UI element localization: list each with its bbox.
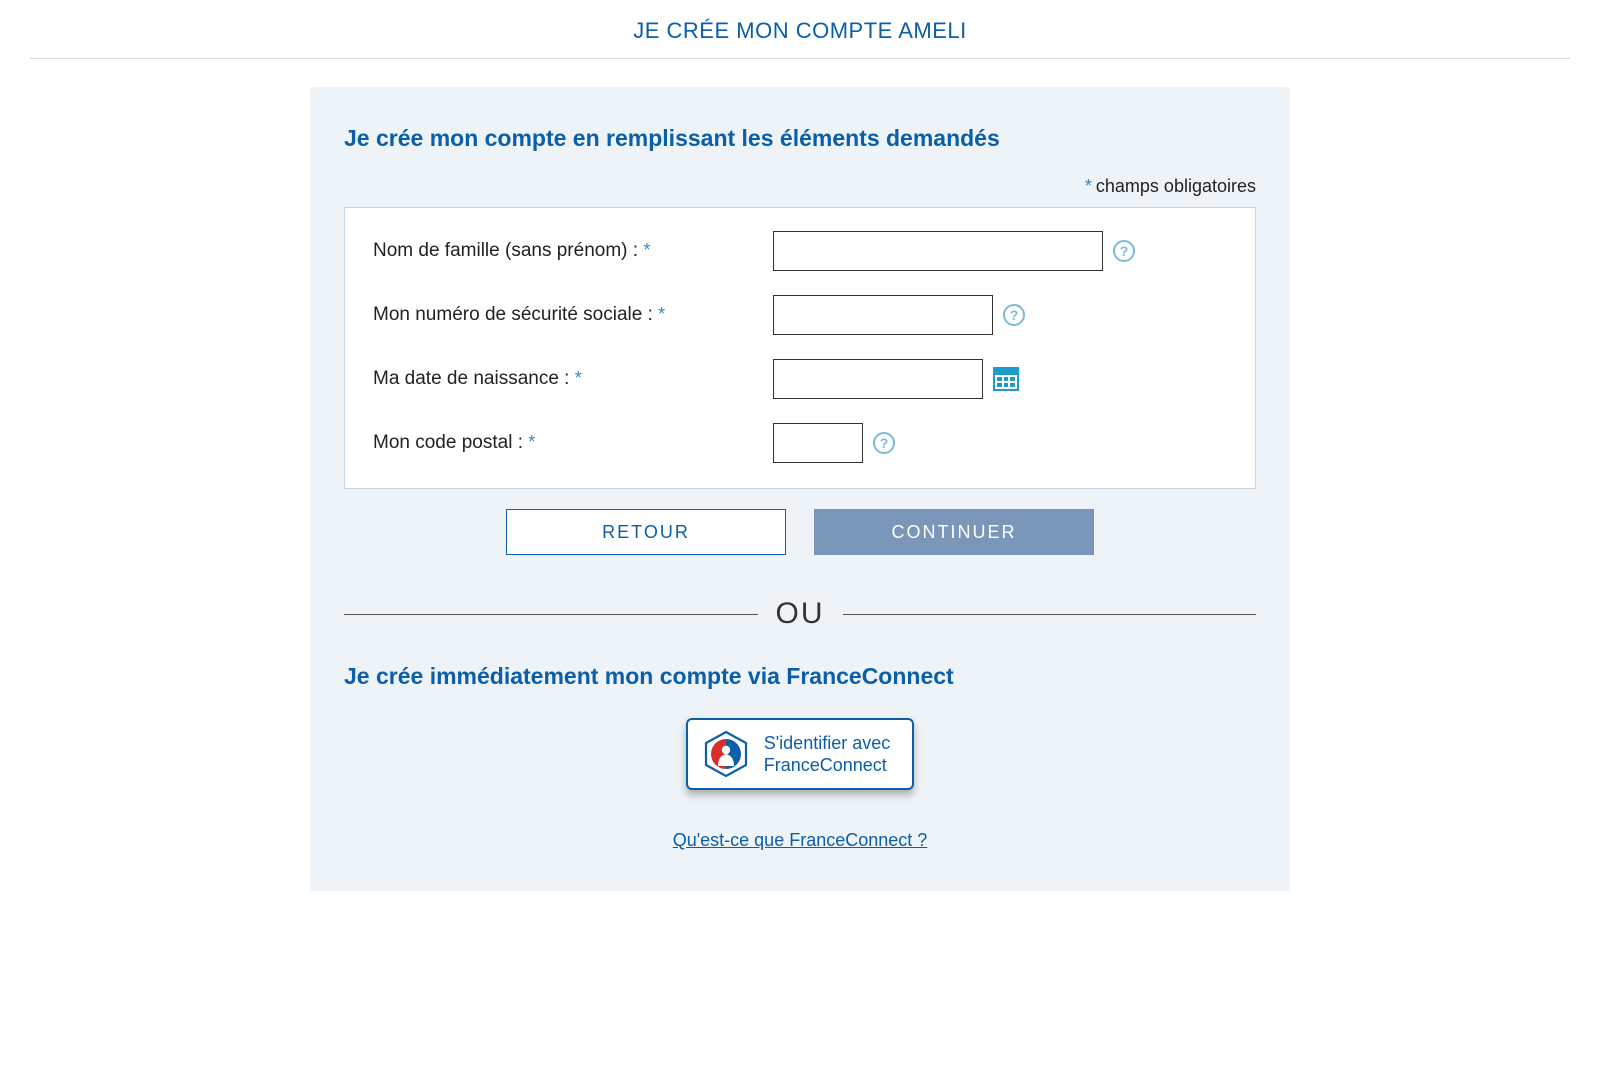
field-wrap-dob xyxy=(773,359,1019,399)
continue-button[interactable]: CONTINUER xyxy=(814,509,1094,555)
divider-line xyxy=(344,614,758,615)
franceconnect-section: Je crée immédiatement mon compte via Fra… xyxy=(344,663,1256,851)
form-box: Nom de famille (sans prénom) : * ? Mon n… xyxy=(344,207,1256,489)
row-dob: Ma date de naissance : * xyxy=(373,358,1227,400)
calendar-icon[interactable] xyxy=(993,367,1019,391)
help-icon[interactable]: ? xyxy=(1113,240,1135,262)
row-lastname: Nom de famille (sans prénom) : * ? xyxy=(373,230,1227,272)
ssn-input[interactable] xyxy=(773,295,993,335)
or-divider: OU xyxy=(344,597,1256,631)
label-ssn: Mon numéro de sécurité sociale : * xyxy=(373,304,773,326)
label-dob-text: Ma date de naissance : xyxy=(373,368,569,389)
page-title: JE CRÉE MON COMPTE AMELI xyxy=(0,0,1600,58)
title-divider xyxy=(30,58,1570,59)
franceconnect-button-text: S'identifier avec FranceConnect xyxy=(764,732,891,777)
field-wrap-lastname: ? xyxy=(773,231,1135,271)
field-wrap-ssn: ? xyxy=(773,295,1025,335)
form-section: Je crée mon compte en remplissant les él… xyxy=(344,125,1256,555)
franceconnect-button[interactable]: S'identifier avec FranceConnect xyxy=(686,718,915,790)
label-dob: Ma date de naissance : * xyxy=(373,368,773,390)
label-zip-text: Mon code postal : xyxy=(373,432,523,453)
franceconnect-info-link[interactable]: Qu'est-ce que FranceConnect ? xyxy=(673,830,928,851)
franceconnect-wrap: S'identifier avec FranceConnect Qu'est-c… xyxy=(344,718,1256,851)
field-wrap-zip: ? xyxy=(773,423,895,463)
asterisk-icon: * xyxy=(528,432,535,452)
form-heading: Je crée mon compte en remplissant les él… xyxy=(344,125,1256,152)
required-text: champs obligatoires xyxy=(1096,176,1256,196)
row-ssn: Mon numéro de sécurité sociale : * ? xyxy=(373,294,1227,336)
row-zip: Mon code postal : * ? xyxy=(373,422,1227,464)
registration-panel: Je crée mon compte en remplissant les él… xyxy=(310,87,1290,891)
help-icon[interactable]: ? xyxy=(1003,304,1025,326)
asterisk-icon: * xyxy=(575,368,582,388)
required-note: *champs obligatoires xyxy=(344,176,1256,197)
asterisk-icon: * xyxy=(643,240,650,260)
help-icon[interactable]: ? xyxy=(873,432,895,454)
franceconnect-button-line1: S'identifier avec xyxy=(764,732,891,755)
button-row: RETOUR CONTINUER xyxy=(344,509,1256,555)
dob-input[interactable] xyxy=(773,359,983,399)
lastname-input[interactable] xyxy=(773,231,1103,271)
required-asterisk: * xyxy=(1085,176,1092,196)
asterisk-icon: * xyxy=(658,304,665,324)
franceconnect-heading: Je crée immédiatement mon compte via Fra… xyxy=(344,663,1256,690)
back-button[interactable]: RETOUR xyxy=(506,509,786,555)
label-ssn-text: Mon numéro de sécurité sociale : xyxy=(373,304,653,325)
label-zip: Mon code postal : * xyxy=(373,432,773,454)
divider-text: OU xyxy=(776,597,825,631)
label-lastname: Nom de famille (sans prénom) : * xyxy=(373,240,773,262)
franceconnect-button-line2: FranceConnect xyxy=(764,754,891,777)
zip-input[interactable] xyxy=(773,423,863,463)
divider-line xyxy=(843,614,1257,615)
label-lastname-text: Nom de famille (sans prénom) : xyxy=(373,240,638,261)
franceconnect-logo-icon xyxy=(702,730,750,778)
